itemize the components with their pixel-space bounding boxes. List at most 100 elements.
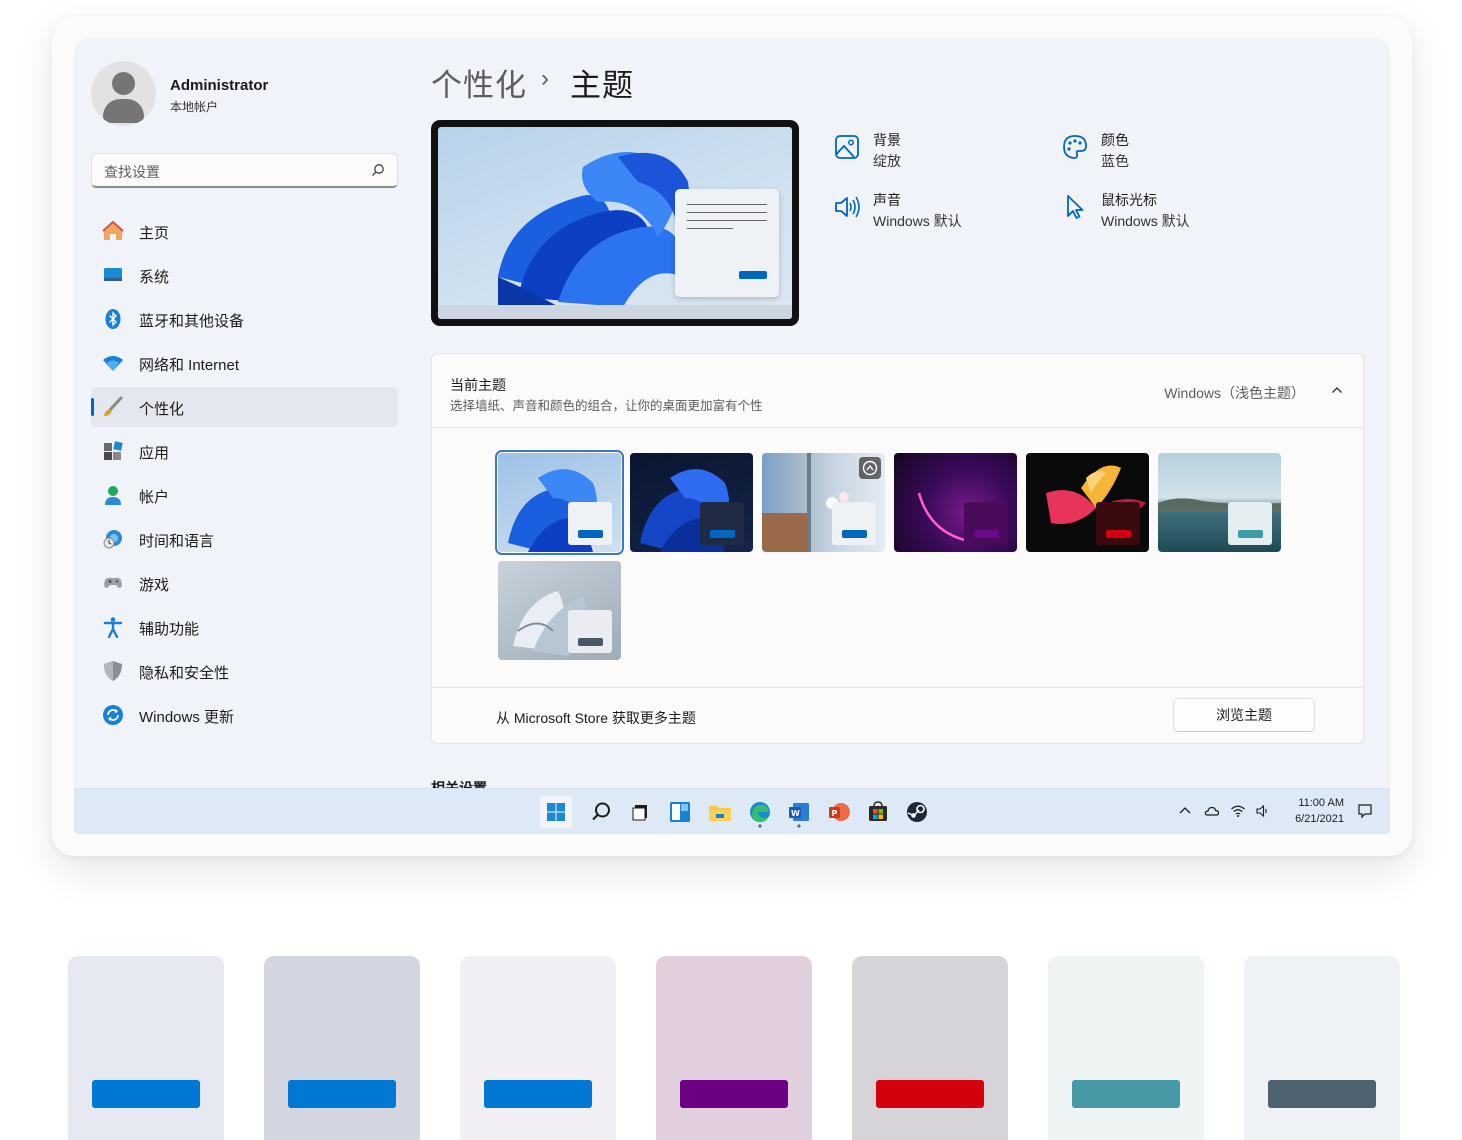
settings-window: Administrator 本地帐户 查找设置 主页 系统 蓝牙和其他设备 网络… (74, 38, 1390, 834)
sidebar-item-label: 应用 (139, 445, 170, 462)
taskbar-search-button[interactable] (585, 796, 617, 828)
sidebar-item-accessibility[interactable]: 辅助功能 (91, 607, 398, 647)
theme-swatch (68, 956, 224, 1140)
chevron-up-icon[interactable] (1177, 803, 1193, 819)
volume-icon[interactable] (1255, 803, 1271, 819)
onedrive-cloud-icon[interactable] (1204, 803, 1220, 819)
theme-swatch (264, 956, 420, 1140)
gaming-icon (104, 577, 122, 588)
active-indicator (91, 398, 94, 416)
chevron-up-icon[interactable] (1331, 384, 1343, 396)
swatch-accent-button (1072, 1080, 1180, 1108)
word-button[interactable]: W (783, 796, 815, 828)
setting-title: 声音 (873, 192, 901, 208)
sidebar-item-network[interactable]: 网络和 Internet (91, 343, 398, 383)
preview-screen (438, 127, 792, 319)
task-view-button[interactable] (625, 796, 657, 828)
color-setting[interactable]: 颜色 蓝色 (1061, 130, 1281, 180)
palette-icon (1063, 135, 1087, 159)
accessibility-icon (103, 617, 123, 638)
start-button[interactable] (540, 796, 572, 828)
current-theme-header[interactable]: 当前主题 选择墙纸、声音和颜色的组合，让你的桌面更加富有个性 Windows（浅… (432, 354, 1363, 428)
store-icon (869, 801, 887, 821)
setting-title: 鼠标光标 (1101, 192, 1157, 208)
preview-window (675, 189, 779, 297)
sidebar-item-system[interactable]: 系统 (91, 255, 398, 295)
theme-window-sample (1228, 502, 1272, 545)
theme-swatch (460, 956, 616, 1140)
sidebar-item-apps[interactable]: 应用 (91, 431, 398, 471)
background-setting[interactable]: 背景 绽放 (833, 130, 1053, 180)
bluetooth-icon (105, 309, 121, 329)
apps-icon (104, 441, 123, 460)
theme-accent-sample (842, 530, 867, 538)
sidebar-item-personalization[interactable]: 个性化 (91, 387, 398, 427)
preview-line (687, 228, 733, 229)
avatar[interactable] (91, 61, 156, 126)
theme-sunrise-lake[interactable] (1158, 453, 1281, 552)
speaker-icon (835, 196, 860, 218)
sidebar-item-time-language[interactable]: 时间和语言 (91, 519, 398, 559)
theme-glow[interactable] (894, 453, 1017, 552)
sound-setting[interactable]: 声音 Windows 默认 (833, 190, 1053, 240)
theme-window-sample (700, 502, 744, 545)
sidebar-item-label: 游戏 (139, 577, 170, 594)
swatch-accent-button (1268, 1080, 1376, 1108)
system-icon (104, 268, 122, 281)
theme-captured-motion[interactable] (1026, 453, 1149, 552)
current-theme-description: 选择墙纸、声音和颜色的组合，让你的桌面更加富有个性 (450, 399, 763, 413)
avatar-body (103, 99, 144, 123)
shield-icon (104, 661, 122, 681)
theme-flow[interactable] (498, 561, 621, 660)
sidebar-item-label: Windows 更新 (139, 709, 235, 726)
sidebar-item-label: 蓝牙和其他设备 (139, 313, 245, 330)
sidebar-item-label: 主页 (139, 225, 170, 242)
powerpoint-button[interactable]: P (823, 796, 855, 828)
current-theme-title: 当前主题 (450, 377, 506, 393)
theme-spotlight[interactable] (762, 453, 885, 552)
theme-window-sample (964, 502, 1008, 545)
sidebar-item-label: 辅助功能 (139, 621, 200, 638)
file-explorer-icon (709, 806, 731, 821)
widgets-button[interactable] (664, 796, 696, 828)
svg-text:W: W (791, 809, 800, 818)
sidebar-item-bluetooth[interactable]: 蓝牙和其他设备 (91, 299, 398, 339)
steam-button[interactable] (901, 796, 933, 828)
swatch-accent-button (92, 1080, 200, 1108)
sidebar-item-label: 时间和语言 (139, 533, 215, 550)
wifi-icon[interactable] (1230, 803, 1246, 819)
preview-line (687, 220, 767, 221)
sidebar-item-windows-update[interactable]: Windows 更新 (91, 695, 398, 735)
related-settings-heading: 相关设置 (431, 780, 487, 788)
theme-swatch (852, 956, 1008, 1140)
theme-light-bloom[interactable] (495, 450, 624, 555)
theme-accent-sample (710, 530, 735, 538)
store-button[interactable] (862, 796, 894, 828)
file-explorer-button[interactable] (704, 796, 736, 828)
theme-accent-sample (974, 530, 999, 538)
cursor-icon (1067, 195, 1084, 219)
sidebar-item-privacy[interactable]: 隐私和安全性 (91, 651, 398, 691)
sidebar-item-gaming[interactable]: 游戏 (91, 563, 398, 603)
spotlight-badge-icon (859, 457, 881, 479)
sidebar-item-home[interactable]: 主页 (91, 211, 398, 251)
notification-icon[interactable] (1357, 803, 1373, 819)
clock-date[interactable]: 6/21/2021 (1286, 813, 1344, 825)
setting-value: Windows 默认 (1101, 213, 1190, 229)
home-icon (102, 220, 124, 240)
theme-preview (431, 120, 799, 326)
theme-dark-bloom[interactable] (630, 453, 753, 552)
page-title: 主题 (570, 68, 634, 103)
clock-time[interactable]: 11:00 AM (1292, 797, 1344, 809)
cursor-setting[interactable]: 鼠标光标 Windows 默认 (1061, 190, 1281, 240)
setting-title: 颜色 (1101, 132, 1129, 148)
search-input[interactable]: 查找设置 (91, 153, 398, 188)
picture-icon (835, 135, 859, 159)
setting-value: Windows 默认 (873, 213, 962, 229)
preview-accent-button (739, 271, 767, 279)
edge-button[interactable] (744, 796, 776, 828)
current-theme-card: 当前主题 选择墙纸、声音和颜色的组合，让你的桌面更加富有个性 Windows（浅… (431, 353, 1364, 744)
browse-themes-button[interactable]: 浏览主题 (1173, 698, 1315, 732)
sidebar-item-accounts[interactable]: 帐户 (91, 475, 398, 515)
breadcrumb-parent[interactable]: 个性化 (431, 60, 527, 105)
